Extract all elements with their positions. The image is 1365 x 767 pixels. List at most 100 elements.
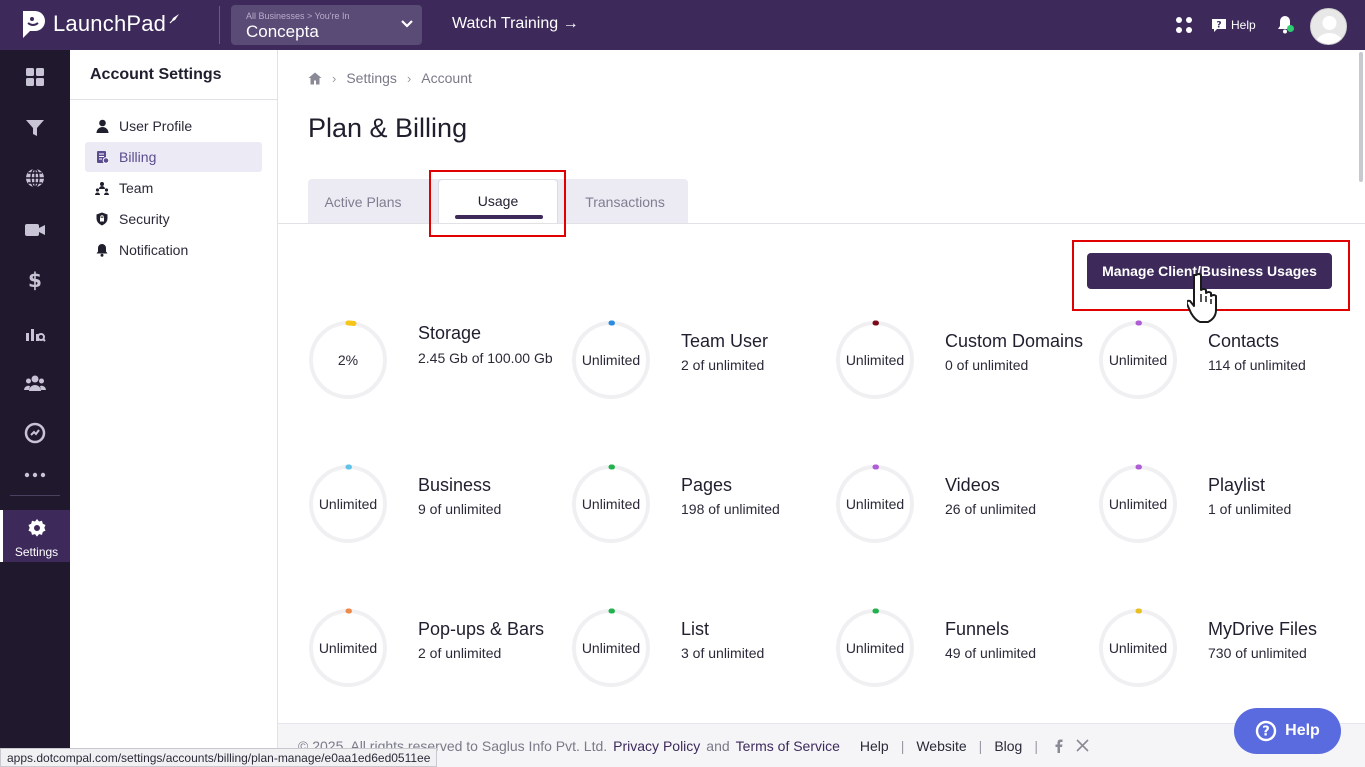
sidebar-title: Account Settings (70, 50, 277, 100)
usage-subtitle: 0 of unlimited (945, 357, 1029, 373)
sidebar-item-team[interactable]: Team (85, 173, 262, 203)
watch-training-link[interactable]: Watch Training → (452, 15, 579, 33)
help-floating-label: Help (1285, 722, 1320, 739)
privacy-policy-link[interactable]: Privacy Policy (613, 738, 700, 754)
logo-mark-icon (23, 11, 45, 38)
video-icon (25, 224, 45, 236)
usage-title: Custom Domains (945, 331, 1084, 351)
usage-subtitle: 114 of unlimited (1208, 357, 1306, 373)
usage-subtitle: 1 of unlimited (1208, 501, 1292, 517)
bell-icon (96, 244, 108, 257)
rail-videos[interactable] (0, 215, 70, 245)
browser-status-url: apps.dotcompal.com/settings/accounts/bil… (0, 748, 438, 767)
rail-divider (10, 495, 60, 496)
team-icon (95, 182, 109, 195)
usage-ring-label: Unlimited (318, 640, 378, 656)
footer-separator: | (1034, 737, 1038, 754)
footer-website-link[interactable]: Website (916, 738, 966, 754)
usage-item: Unlimited Videos 26 of unlimited (835, 464, 1098, 546)
usage-subtitle: 49 of unlimited (945, 645, 1037, 661)
usage-item: Unlimited MyDrive Files 730 of unlimited (1098, 608, 1361, 690)
usage-item: Unlimited Pages 198 of unlimited (571, 464, 834, 546)
rail-more[interactable] (0, 460, 70, 490)
usage-ring-label: 2% (337, 352, 359, 368)
usage-subtitle: 26 of unlimited (945, 501, 1037, 517)
tab-transactions[interactable]: Transactions (570, 179, 680, 224)
usage-item: Unlimited Funnels 49 of unlimited (835, 608, 1098, 690)
sidebar-item-label: Notification (119, 242, 189, 258)
svg-text:$: $ (28, 269, 42, 291)
usage-ring-label: Unlimited (1108, 352, 1168, 368)
breadcrumb: › Settings › Account (308, 70, 472, 86)
usage-ring-label: Unlimited (845, 496, 905, 512)
rail-analytics[interactable] (0, 318, 70, 348)
footer-separator: | (978, 737, 983, 754)
usage-ring-label: Unlimited (845, 352, 905, 368)
usage-title: Videos (945, 475, 1000, 495)
usage-subtitle: 198 of unlimited (681, 501, 780, 517)
sidebar-item-notification[interactable]: Notification (85, 235, 262, 265)
usage-title: MyDrive Files (1208, 619, 1318, 639)
globe-icon (26, 168, 44, 188)
help-chat-icon: ? (1212, 19, 1226, 32)
sidebar-item-user-profile[interactable]: User Profile (85, 111, 262, 141)
usage-ring-label: Unlimited (1108, 640, 1168, 656)
usage-title: List (681, 619, 710, 639)
business-select[interactable]: All Businesses > You're In Concepta (231, 5, 422, 45)
rail-settings-label: Settings (14, 545, 59, 559)
chevron-down-icon (401, 20, 413, 28)
x-twitter-icon[interactable] (1076, 739, 1089, 752)
tab-active-plans[interactable]: Active Plans (308, 179, 418, 224)
usage-item: 2% Storage 2.45 Gb of 100.00 Gb (308, 320, 571, 402)
avatar[interactable] (1310, 8, 1347, 45)
usage-ring-label: Unlimited (581, 352, 641, 368)
sidebar-item-billing[interactable]: Billing (85, 142, 262, 172)
home-icon[interactable] (308, 72, 322, 85)
usage-title: Contacts (1208, 331, 1280, 351)
usage-subtitle: 9 of unlimited (418, 501, 502, 517)
usage-item: Unlimited Contacts 114 of unlimited (1098, 320, 1361, 402)
rail-sales[interactable]: $ (0, 265, 70, 295)
apps-grid-icon[interactable] (1175, 16, 1193, 34)
gauge-icon (24, 422, 46, 444)
rail-settings[interactable]: Settings (0, 510, 70, 562)
dashboard-icon (26, 68, 44, 86)
footer-blog-link[interactable]: Blog (994, 738, 1022, 754)
usage-item: Unlimited Team User 2 of unlimited (571, 320, 834, 402)
sidebar-item-label: User Profile (119, 118, 193, 134)
billing-icon (96, 151, 109, 164)
usage-title: Playlist (1208, 475, 1266, 495)
help-floating-button[interactable]: ? Help (1234, 708, 1341, 754)
logo[interactable]: LaunchPad (20, 9, 180, 39)
usage-ring-label: Unlimited (581, 640, 641, 656)
breadcrumb-settings[interactable]: Settings (346, 70, 397, 86)
sidebar-item-label: Billing (119, 149, 157, 165)
topbar-help-button[interactable]: ? Help (1211, 17, 1256, 33)
usage-title: Pop-ups & Bars (418, 619, 545, 639)
usage-item: Unlimited Playlist 1 of unlimited (1098, 464, 1361, 546)
question-circle-icon: ? (1255, 720, 1277, 742)
account-settings-sidebar: Account Settings User Profile Billing Te… (70, 50, 278, 767)
page-scrollbar[interactable] (1359, 52, 1363, 182)
usage-ring-label: Unlimited (581, 496, 641, 512)
topbar-divider (219, 6, 220, 44)
rail-community[interactable] (0, 368, 70, 398)
facebook-icon[interactable] (1054, 739, 1064, 753)
users-icon (24, 375, 46, 391)
usage-item: Unlimited List 3 of unlimited (571, 608, 834, 690)
sidebar-item-security[interactable]: Security (85, 204, 262, 234)
footer: © 2025. All rights reserved to Saglus In… (278, 723, 1365, 767)
business-select-name: Concepta (246, 22, 319, 41)
usage-item: Unlimited Business 9 of unlimited (308, 464, 571, 546)
rail-dashboard[interactable] (0, 62, 70, 92)
usage-subtitle: 2.45 Gb of 100.00 Gb (418, 350, 553, 366)
rail-funnels[interactable] (0, 113, 70, 143)
usage-title: Business (418, 475, 492, 495)
usage-ring-label: Unlimited (845, 640, 905, 656)
rail-reports[interactable] (0, 418, 70, 448)
rail-websites[interactable] (0, 163, 70, 193)
terms-of-service-link[interactable]: Terms of Service (736, 738, 840, 754)
notification-status-dot (1287, 25, 1294, 32)
footer-help-link[interactable]: Help (860, 738, 889, 754)
usage-title: Pages (681, 475, 733, 495)
